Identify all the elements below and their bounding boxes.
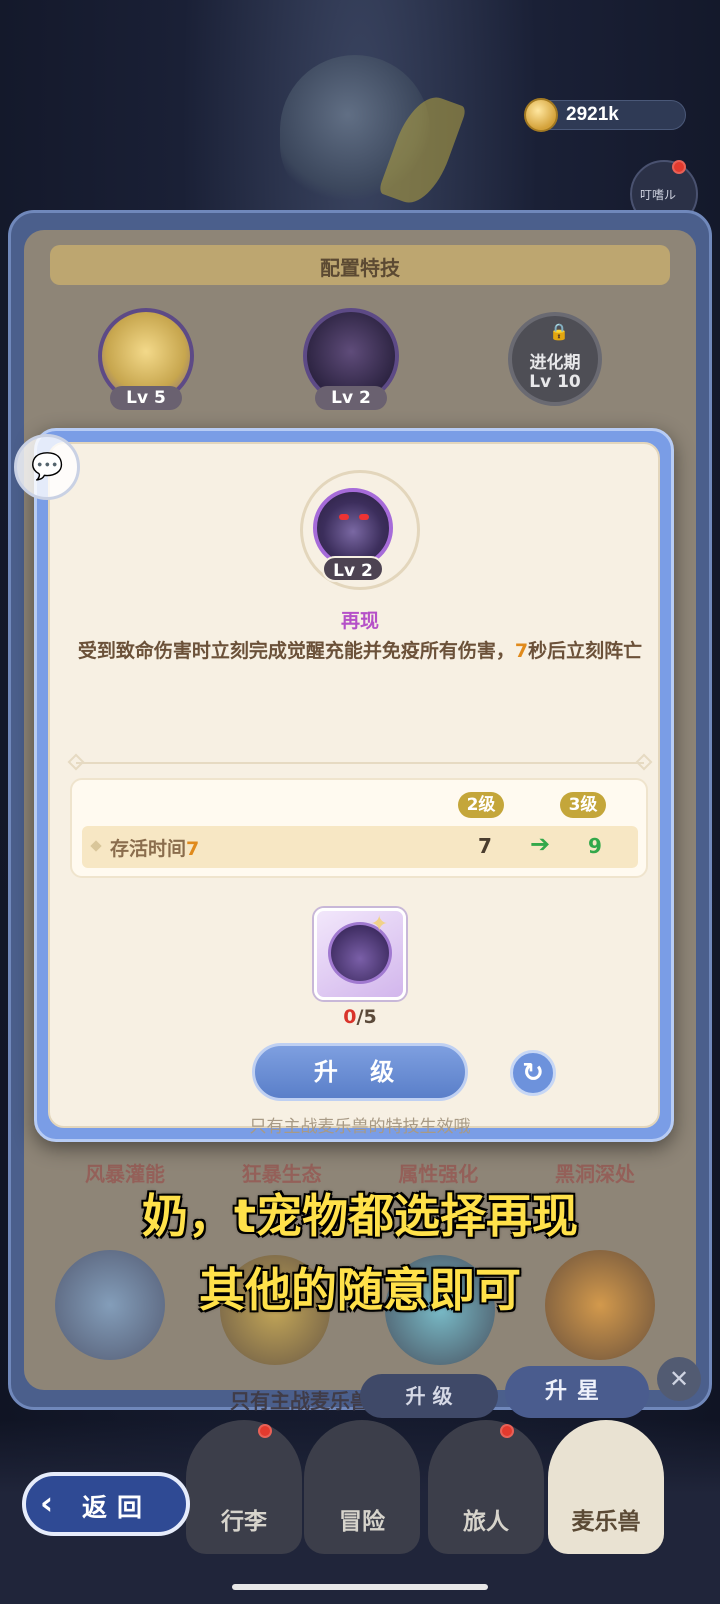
subtitle-line-2: 其他的随意即可 — [199, 1263, 521, 1317]
notification-dot — [258, 1424, 272, 1438]
lock-level: Lv 10 — [529, 372, 581, 392]
stat-label-text: 存活时间 — [110, 838, 187, 860]
nav-item-traveler[interactable]: 旅人 — [428, 1420, 544, 1554]
close-icon[interactable]: ✕ — [657, 1357, 701, 1401]
material-required: /5 — [356, 1006, 377, 1028]
skill-slot-2-level: Lv 2 — [315, 386, 387, 410]
nav-label: 旅人 — [463, 1509, 509, 1535]
skill-icon-eye — [339, 514, 349, 520]
nav-label: 冒险 — [339, 1509, 385, 1535]
nav-label: 麦乐兽 — [571, 1509, 641, 1535]
modal-hint: 只有主战麦乐兽的特技生效哦 — [249, 1117, 471, 1137]
nav-item-adventure[interactable]: 冒险 — [304, 1420, 420, 1554]
star-up-button[interactable]: 升星 — [505, 1366, 649, 1418]
skill-description-highlight: 7 — [514, 640, 529, 662]
stat-label: 存活时间7 — [110, 834, 199, 861]
upgrade-button[interactable]: 升 级 — [252, 1043, 468, 1101]
stat-next-value: 9 — [588, 834, 602, 858]
coin-amount: 2921k — [566, 104, 619, 125]
section-divider — [76, 762, 644, 764]
skill-level-badge: Lv 2 — [322, 556, 384, 582]
skill-description-part2: 秒后立刻阵亡 — [528, 640, 643, 662]
panel-title: 配置特技 — [320, 256, 400, 280]
chat-button[interactable]: 💬 — [14, 434, 80, 500]
nav-item-luggage[interactable]: 行李 — [186, 1420, 302, 1554]
chevron-left-icon: ‹ — [40, 1484, 54, 1522]
arrow-right-icon: ➔ — [530, 830, 551, 858]
skill-description: 受到致命伤害时立刻完成觉醒充能并免疫所有伤害，7秒后立刻阵亡 — [70, 634, 650, 668]
skill-slot-3-locked[interactable]: 🔒 进化期 Lv 10 — [508, 312, 602, 406]
home-indicator[interactable] — [232, 1584, 488, 1590]
side-menu-label: 叮嗜ル — [640, 188, 677, 202]
star-icon: ✦ — [370, 912, 389, 937]
subtitle-line-1: 奶，t宠物都选择再现 — [142, 1189, 578, 1243]
skill-slot-1-level: Lv 5 — [110, 386, 182, 410]
material-count: 0/5 — [0, 1006, 720, 1028]
background-upgrade-button[interactable]: 升 级 — [360, 1374, 498, 1418]
nav-item-pets[interactable]: 麦乐兽 — [548, 1420, 664, 1554]
next-level-badge: 3级 — [560, 792, 606, 818]
back-label: 返回 — [82, 1493, 153, 1522]
stat-current-value: 7 — [478, 834, 492, 858]
lock-icon: 🔒 — [549, 322, 569, 341]
material-owned: 0 — [343, 1006, 357, 1028]
notification-dot — [672, 160, 686, 174]
lock-title: 进化期 — [529, 353, 581, 373]
skill-name: 再现 — [340, 610, 379, 632]
refresh-icon[interactable]: ↻ — [510, 1050, 556, 1096]
coin-icon — [524, 98, 558, 132]
nav-label: 行李 — [221, 1509, 267, 1535]
chat-bubble-icon: 💬 — [31, 452, 64, 482]
current-level-badge: 2级 — [458, 792, 504, 818]
stat-label-value: 7 — [186, 838, 200, 860]
skill-icon-eye — [359, 514, 369, 520]
notification-dot — [500, 1424, 514, 1438]
skill-description-part1: 受到致命伤害时立刻完成觉醒充能并免疫所有伤害， — [77, 640, 515, 662]
